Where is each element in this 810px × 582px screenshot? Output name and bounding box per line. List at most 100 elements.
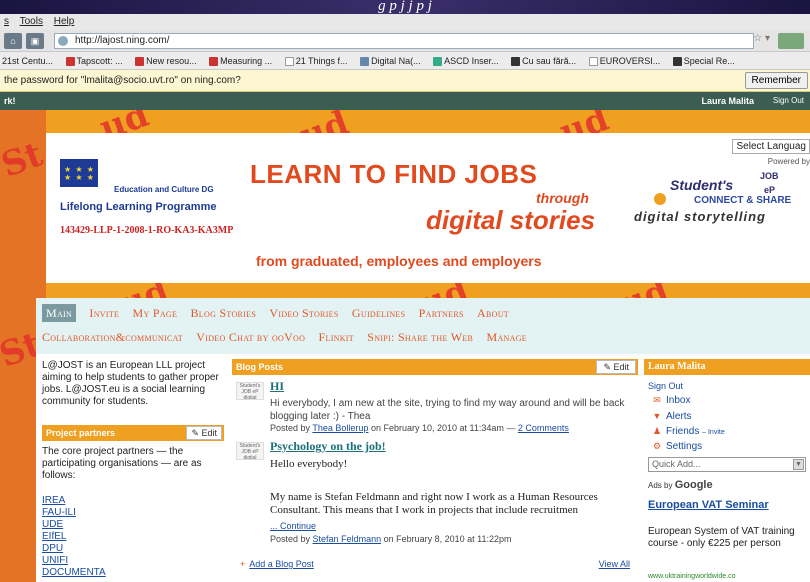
partner-link[interactable]: FAU-ILI xyxy=(42,507,106,519)
project-code: 143429-LLP-1-2008-1-RO-KA3-KA3MP xyxy=(60,225,234,236)
edu-dg-label: Education and Culture DG xyxy=(114,185,214,194)
post-author-link[interactable]: Thea Bollerup xyxy=(312,423,368,433)
bookmark-item[interactable]: Special Re... xyxy=(671,52,737,69)
right-sidebar: Laura Malita Sign Out ✉ Inbox ▼ Alerts ♟ Fr… xyxy=(644,354,810,582)
bookmark-star-icon[interactable]: ☆ ▾ xyxy=(753,33,770,44)
nav-video-chat[interactable]: Video Chat by ooVoo xyxy=(196,330,305,344)
nav-blog-stories[interactable]: Blog Stories xyxy=(191,306,257,320)
post-title-link[interactable]: Psychology on the job! xyxy=(270,439,386,454)
students-job-logo: Student's JOB eP CONNECT & SHARE digital… xyxy=(634,171,792,224)
project-partners-header: Project partners ✎ Edit xyxy=(42,425,224,441)
sidebar-settings[interactable]: ⚙ Settings xyxy=(652,441,702,452)
page-caption: g p j j p j xyxy=(0,0,810,14)
site-intro: L@JOST is an European LLL project aiming… xyxy=(42,360,219,407)
ning-user-name[interactable]: Laura Malita xyxy=(701,92,754,110)
chevron-down-icon: ▼ xyxy=(793,459,804,470)
page-icon xyxy=(511,57,521,67)
site-favicon-icon xyxy=(58,36,68,46)
bookmark-item[interactable]: Measuring ... xyxy=(207,52,274,69)
browser-menubar: s Tools Help xyxy=(0,14,810,30)
select-language-dropdown[interactable]: Select Languag xyxy=(732,139,810,154)
bookmarks-bar: 21st Centu... Tapscott: ... New resou...… xyxy=(0,52,810,70)
ie-icon xyxy=(135,57,145,67)
menu-item-s[interactable]: s xyxy=(4,16,9,27)
quick-add-select[interactable]: Quick Add... ▼ xyxy=(648,457,806,472)
address-url: http://lajost.ning.com/ xyxy=(75,35,170,46)
bookmark-item[interactable]: Cu sau fără... xyxy=(509,52,578,69)
sidebar-signout-link[interactable]: Sign Out xyxy=(648,381,683,391)
tab-button[interactable]: ▣ xyxy=(26,33,44,49)
llp-label: Lifelong Learning Programme xyxy=(60,201,217,213)
nav-partners[interactable]: Partners xyxy=(419,306,464,320)
partner-link[interactable]: UNIFI xyxy=(42,555,106,567)
nav-my-page[interactable]: My Page xyxy=(133,306,178,320)
post-continue-link[interactable]: ... Continue xyxy=(270,521,316,531)
bookmark-item[interactable]: Digital Na(... xyxy=(358,52,423,69)
home-button[interactable]: ⌂ xyxy=(4,33,22,49)
blog-posts-header: Blog Posts ✎ Edit xyxy=(232,359,638,375)
page-icon xyxy=(284,57,294,67)
bookmark-item[interactable]: EUROVERSI... xyxy=(587,52,663,69)
banner-headline: LEARN TO FIND JOBS xyxy=(250,159,538,189)
partner-link[interactable]: UDE xyxy=(42,519,106,531)
partner-link[interactable]: IREA xyxy=(42,495,106,507)
nav-flinkit[interactable]: Flinkit xyxy=(319,330,354,344)
logo-circle-icon xyxy=(654,193,666,205)
partner-link[interactable]: DPU xyxy=(42,543,106,555)
page-icon xyxy=(672,57,682,67)
nav-about[interactable]: About xyxy=(477,306,509,320)
settings-icon: ⚙ xyxy=(652,441,662,451)
menu-item-tools[interactable]: Tools xyxy=(20,16,43,27)
banner-digital-stories: digital stories xyxy=(426,205,596,235)
post-author-link[interactable]: Stefan Feldmann xyxy=(313,534,382,544)
partner-link[interactable]: DOCUMENTA xyxy=(42,567,106,579)
ning-signout-link[interactable]: Sign Out xyxy=(773,92,804,110)
inbox-icon: ✉ xyxy=(653,395,661,405)
site-navigation: Main Invite My Page Blog Stories Video S… xyxy=(36,298,810,354)
nav-collaboration[interactable]: Collaboration&communicat xyxy=(42,330,183,344)
sidebar-alerts[interactable]: ▼ Alerts xyxy=(652,411,692,422)
ad-title-link[interactable]: European VAT Seminar xyxy=(648,499,804,512)
password-prompt: the password for "lmalita@socio.uvt.ro" … xyxy=(4,75,241,86)
ad-url[interactable]: www.uktrainingworldwide.co xyxy=(648,573,736,580)
nav-invite[interactable]: Invite xyxy=(89,306,119,320)
bookmark-item[interactable]: 21st Centu... xyxy=(0,52,55,69)
bookmark-item[interactable]: 21 Things f... xyxy=(283,52,350,69)
ning-left-text: rk! xyxy=(4,96,16,106)
alert-icon: ▼ xyxy=(652,411,662,421)
powered-by-label: Powered by xyxy=(767,157,810,166)
menu-item-help[interactable]: Help xyxy=(54,16,75,27)
address-bar[interactable]: http://lajost.ning.com/ xyxy=(54,33,754,49)
sidebar-invite-link[interactable]: – Invite xyxy=(702,429,725,436)
ie-icon xyxy=(209,57,219,67)
bookmark-item[interactable]: New resou... xyxy=(133,52,199,69)
page-icon xyxy=(433,57,443,67)
post-title-link[interactable]: HI xyxy=(270,379,284,394)
search-engine-icon[interactable] xyxy=(778,33,804,49)
project-partners-edit-button[interactable]: ✎ Edit xyxy=(186,426,222,440)
post-thumbnail: Student's JOB eP digital storytelling xyxy=(236,382,264,400)
partner-link[interactable]: EIfEL xyxy=(42,531,106,543)
nav-main[interactable]: Main xyxy=(42,304,77,322)
sidebar-friends[interactable]: ♟ Friends – Invite xyxy=(652,426,725,437)
remember-button[interactable]: Remember xyxy=(744,72,808,89)
blog-posts-edit-button[interactable]: ✎ Edit xyxy=(596,360,636,374)
post-excerpt: My name is Stefan Feldmann and right now… xyxy=(270,491,598,516)
friends-icon: ♟ xyxy=(652,426,662,436)
ads-by-google-label: Ads by Google xyxy=(648,479,713,491)
bookmark-item[interactable]: ASCD Inser... xyxy=(431,52,501,69)
nav-snipi[interactable]: Snipi: Share the Web xyxy=(367,330,473,344)
post-greeting: Hello everybody! xyxy=(270,458,348,470)
add-blog-post-link[interactable]: Add a Blog Post xyxy=(240,559,314,569)
ning-topbar: rk! Laura Malita Sign Out xyxy=(0,92,810,110)
banner-through: through xyxy=(536,190,589,206)
nav-video-stories[interactable]: Video Stories xyxy=(269,306,338,320)
page-icon xyxy=(588,57,598,67)
nav-guidelines[interactable]: Guidelines xyxy=(352,306,405,320)
bookmark-item[interactable]: Tapscott: ... xyxy=(64,52,125,69)
user-box-header[interactable]: Laura Malita xyxy=(644,359,810,375)
sidebar-inbox[interactable]: ✉ Inbox xyxy=(652,395,690,406)
nav-manage[interactable]: Manage xyxy=(487,330,527,344)
view-all-link[interactable]: View All xyxy=(599,559,630,569)
post-comments-link[interactable]: 2 Comments xyxy=(518,423,569,433)
